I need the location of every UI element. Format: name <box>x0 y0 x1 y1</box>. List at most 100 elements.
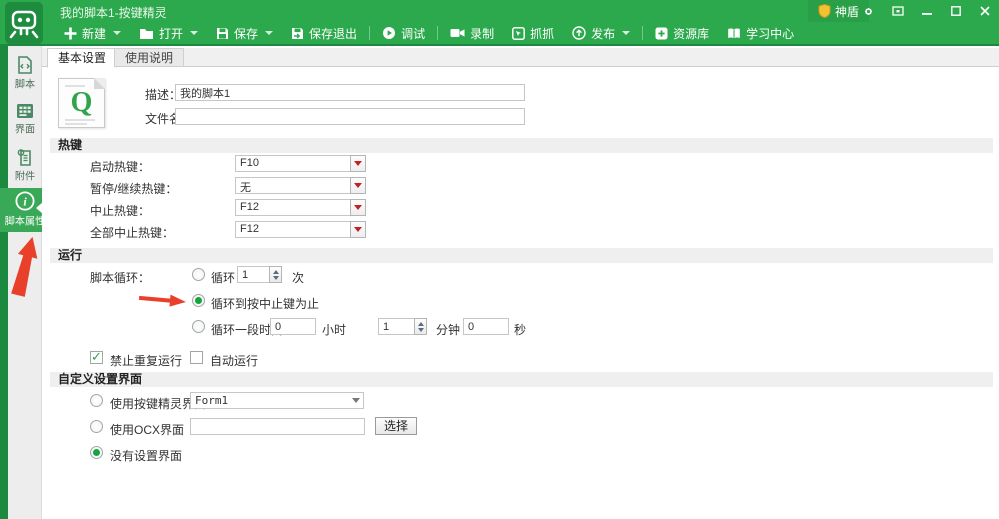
toolbar-capture-button[interactable]: 抓抓 <box>503 21 563 45</box>
stop-hotkey-label: 中止热键： <box>90 202 150 219</box>
quick-macro-window: 我的脚本1-按键精灵 神盾 <box>0 0 999 519</box>
ocx-ui-path-input[interactable] <box>190 418 365 435</box>
radio-loop-until-stop[interactable] <box>192 294 205 307</box>
spin-up-icon <box>273 270 279 274</box>
chevron-down-icon <box>265 31 273 35</box>
tab-instructions[interactable]: 使用说明 <box>114 48 184 67</box>
toolbar-publish-button[interactable]: 发布 <box>563 21 639 45</box>
toolbar-open-button[interactable]: 打开 <box>130 21 207 45</box>
radio-use-builtin-ui[interactable] <box>90 394 103 407</box>
annotation-arrow-right <box>138 290 188 310</box>
chevron-down-icon <box>190 31 198 35</box>
toolbar-save-exit-button[interactable]: 保存退出 <box>282 21 366 45</box>
info-icon: i <box>15 191 35 211</box>
chevron-down-icon <box>354 205 362 210</box>
loop-count-prefix: 循环 <box>211 269 235 286</box>
duration-minutes-spinner[interactable] <box>414 318 427 335</box>
maximize-button[interactable] <box>941 0 970 22</box>
publish-icon <box>572 26 586 40</box>
combo-dropdown-button[interactable] <box>350 199 366 216</box>
minimize-to-tray-button[interactable] <box>883 0 912 22</box>
autorun-label: 自动运行 <box>210 352 258 369</box>
combo-value: 无 <box>235 177 350 194</box>
floppy-icon <box>216 27 229 40</box>
play-circle-icon <box>382 26 396 40</box>
toolbar-label: 打开 <box>159 25 183 42</box>
hours-unit-label: 小时 <box>322 321 346 338</box>
window-controls <box>854 0 999 22</box>
filename-input[interactable] <box>175 108 525 125</box>
loop-count-spinner[interactable] <box>269 266 282 283</box>
no-ui-label: 没有设置界面 <box>110 447 182 464</box>
chevron-down-icon <box>622 31 630 35</box>
autorun-checkbox[interactable] <box>190 351 203 364</box>
toolbar-resource-library-button[interactable]: 资源库 <box>646 21 718 45</box>
pause-hotkey-combobox[interactable]: 无 <box>235 177 366 194</box>
minimize-button[interactable] <box>912 0 941 22</box>
tab-label: 使用说明 <box>125 51 173 65</box>
choose-button[interactable]: 选择 <box>375 417 417 435</box>
duration-seconds-input[interactable] <box>463 318 509 335</box>
radio-loop-duration[interactable] <box>192 320 205 333</box>
combo-value: Form1 <box>190 392 348 409</box>
robot-icon <box>9 6 39 40</box>
toolbar-separator <box>642 26 643 40</box>
tab-bar <box>42 48 999 67</box>
start-hotkey-combobox[interactable]: F10 <box>235 155 366 172</box>
use-ocx-ui-label: 使用OCX界面 <box>110 421 184 438</box>
chevron-down-icon <box>354 183 362 188</box>
toolbar-label: 保存 <box>234 25 258 42</box>
maximize-icon <box>951 6 961 16</box>
no-repeat-run-label: 禁止重复运行 <box>110 352 182 369</box>
duration-minutes-input[interactable] <box>378 318 415 335</box>
loop-count-input[interactable] <box>237 266 270 283</box>
sidebar-item-script-properties[interactable]: i 脚本属性 <box>0 188 42 232</box>
sidebar-item-label: 附件 <box>15 169 35 184</box>
combo-dropdown-button[interactable] <box>350 177 366 194</box>
stop-hotkey-combobox[interactable]: F12 <box>235 199 366 216</box>
radio-use-ocx-ui[interactable] <box>90 420 103 433</box>
toolbar-separator <box>369 26 370 40</box>
page-fold-shadow <box>94 78 105 89</box>
book-icon <box>727 27 741 40</box>
sidebar-item-script[interactable]: 脚本 <box>0 52 42 96</box>
settings-gear-button[interactable] <box>854 0 883 22</box>
toolbar-new-button[interactable]: 新建 <box>55 21 130 45</box>
combo-value: F12 <box>235 221 350 238</box>
toolbar-learning-center-button[interactable]: 学习中心 <box>718 21 803 45</box>
combo-dropdown-button[interactable] <box>350 221 366 238</box>
sidebar-item-attachment[interactable]: 附件 <box>0 144 42 188</box>
selected-item-notch <box>36 202 43 214</box>
tab-basic-settings[interactable]: 基本设置 <box>47 48 117 68</box>
toolbar-label: 调试 <box>401 25 425 42</box>
minutes-unit-label: 分钟 <box>436 321 460 338</box>
screen-capture-icon <box>512 27 525 40</box>
radio-no-ui[interactable] <box>90 446 103 459</box>
loop-count-suffix: 次 <box>292 269 304 286</box>
sidebar-item-interface[interactable]: 界面 <box>0 98 42 142</box>
toolbar-record-button[interactable]: 录制 <box>441 21 503 45</box>
toolbar-save-button[interactable]: 保存 <box>207 21 282 45</box>
interface-grid-icon <box>16 103 34 119</box>
spin-down-icon <box>273 276 279 280</box>
stop-all-hotkey-combobox[interactable]: F12 <box>235 221 366 238</box>
plus-box-icon <box>655 27 668 40</box>
chevron-down-icon <box>354 227 362 232</box>
toolbar-label: 保存退出 <box>309 25 357 42</box>
combo-dropdown-button[interactable] <box>348 392 364 409</box>
close-button[interactable] <box>970 0 999 22</box>
description-input[interactable] <box>175 84 525 101</box>
builtin-ui-form-combobox[interactable]: Form1 <box>190 392 364 409</box>
combo-dropdown-button[interactable] <box>350 155 366 172</box>
title-bar: 我的脚本1-按键精灵 神盾 <box>0 0 999 22</box>
toolbar-label: 学习中心 <box>746 25 794 42</box>
radio-loop-count[interactable] <box>192 268 205 281</box>
no-repeat-run-checkbox[interactable] <box>90 351 103 364</box>
app-logo <box>5 2 43 44</box>
pause-hotkey-label: 暂停/继续热键： <box>90 180 177 197</box>
combo-value: F12 <box>235 199 350 216</box>
toolbar-debug-button[interactable]: 调试 <box>373 21 434 45</box>
spin-up-icon <box>418 322 424 326</box>
chevron-down-icon <box>352 398 360 403</box>
duration-hours-input[interactable] <box>270 318 316 335</box>
